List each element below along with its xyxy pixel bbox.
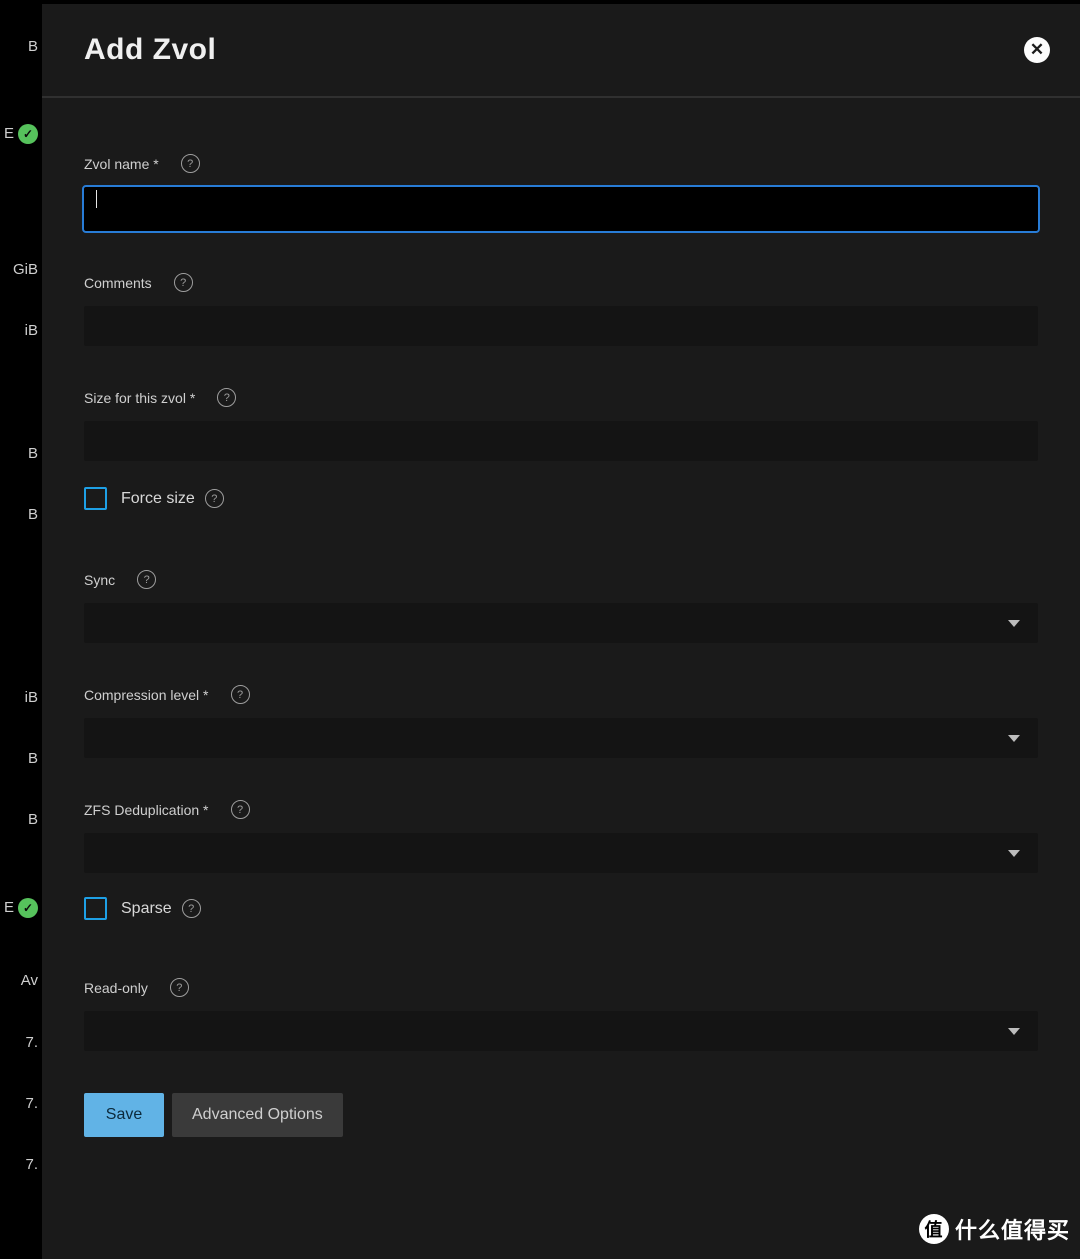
bg-list-item: B: [0, 811, 42, 828]
watermark-badge-icon: 值: [919, 1214, 949, 1244]
bg-list-item: 7.: [0, 1034, 42, 1051]
save-button[interactable]: Save: [84, 1093, 164, 1137]
bg-list-item: GiB: [0, 261, 42, 278]
field-compression: Compression level * ?: [84, 685, 1038, 758]
chevron-down-icon: [1008, 1028, 1020, 1035]
chevron-down-icon: [1008, 735, 1020, 742]
label-sparse: Sparse: [121, 900, 172, 918]
bg-list-item: Av: [0, 972, 42, 989]
advanced-options-button[interactable]: Advanced Options: [172, 1093, 343, 1137]
label-readonly: Read-only: [84, 980, 148, 996]
compression-select[interactable]: [84, 718, 1038, 758]
field-comments: Comments ?: [84, 273, 1038, 346]
chevron-down-icon: [1008, 620, 1020, 627]
bg-list-item: 7.: [0, 1095, 42, 1112]
size-input[interactable]: [84, 421, 1038, 461]
bg-list-item: E✓: [0, 898, 42, 918]
label-compression: Compression level *: [84, 687, 209, 703]
zvol-name-input[interactable]: [84, 187, 1038, 231]
label-sync: Sync: [84, 572, 115, 588]
bg-list-item: E✓: [0, 124, 42, 144]
button-row: Save Advanced Options: [84, 1093, 1038, 1137]
help-icon[interactable]: ?: [205, 489, 224, 508]
readonly-select[interactable]: [84, 1011, 1038, 1051]
label-force-size: Force size: [121, 490, 195, 508]
form-area: Zvol name * ? Comments ? Size for this z…: [42, 98, 1080, 1137]
label-zvol-name: Zvol name *: [84, 156, 159, 172]
background-sidebar: B E✓ GiB iB B BiB B B E✓ Av 7. 7. 7.: [0, 0, 42, 1259]
help-icon[interactable]: ?: [217, 388, 236, 407]
help-icon[interactable]: ?: [170, 978, 189, 997]
bg-list-item: B: [0, 445, 42, 462]
help-icon[interactable]: ?: [231, 685, 250, 704]
field-readonly: Read-only ?: [84, 978, 1038, 1051]
help-icon[interactable]: ?: [231, 800, 250, 819]
label-comments: Comments: [84, 275, 152, 291]
help-icon[interactable]: ?: [182, 899, 201, 918]
bg-list-item: B: [0, 38, 42, 55]
check-icon: ✓: [18, 898, 38, 918]
watermark: 值 什么值得买: [919, 1213, 1070, 1245]
field-dedup: ZFS Deduplication * ?: [84, 800, 1038, 873]
label-dedup: ZFS Deduplication *: [84, 802, 209, 818]
check-icon: ✓: [18, 124, 38, 144]
comments-input[interactable]: [84, 306, 1038, 346]
dialog-title: Add Zvol: [84, 33, 216, 67]
help-icon[interactable]: ?: [181, 154, 200, 173]
bg-list-item: B: [0, 506, 42, 523]
dedup-select[interactable]: [84, 833, 1038, 873]
field-sync: Sync ?: [84, 570, 1038, 643]
close-icon[interactable]: ✕: [1024, 37, 1050, 63]
field-force-size: Force size ?: [84, 487, 1038, 510]
bg-list-item: B: [0, 750, 42, 767]
help-icon[interactable]: ?: [174, 273, 193, 292]
field-size: Size for this zvol * ?: [84, 388, 1038, 461]
force-size-checkbox[interactable]: [84, 487, 107, 510]
chevron-down-icon: [1008, 850, 1020, 857]
sync-select[interactable]: [84, 603, 1038, 643]
field-zvol-name: Zvol name * ?: [84, 154, 1038, 231]
bg-list-item: iB: [0, 322, 42, 339]
add-zvol-dialog: Add Zvol ✕ Zvol name * ? Comments ? Size…: [42, 4, 1080, 1259]
watermark-text: 什么值得买: [955, 1213, 1070, 1245]
bg-list-item: iB: [0, 689, 42, 706]
dialog-header: Add Zvol ✕: [42, 4, 1080, 98]
sparse-checkbox[interactable]: [84, 897, 107, 920]
bg-list-item: 7.: [0, 1156, 42, 1173]
help-icon[interactable]: ?: [137, 570, 156, 589]
label-size: Size for this zvol *: [84, 390, 195, 406]
field-sparse: Sparse ?: [84, 897, 1038, 920]
